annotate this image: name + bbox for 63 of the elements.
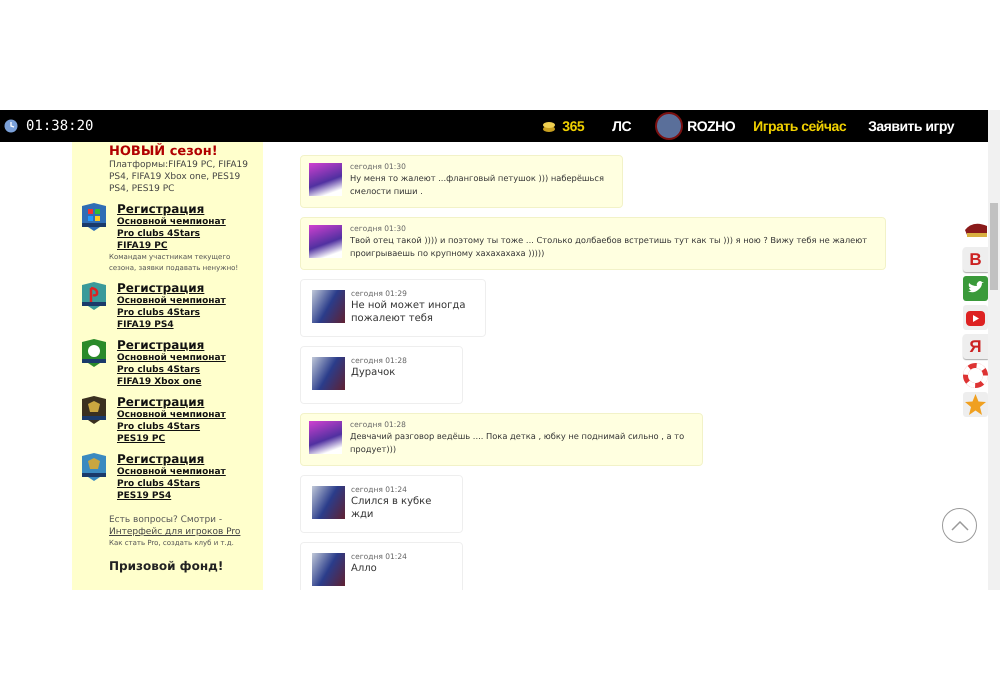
questions-text: Есть вопросы? Смотри - bbox=[109, 514, 224, 526]
coin-balance[interactable]: 365 bbox=[562, 118, 584, 134]
championship-link[interactable]: Основной чемпионат bbox=[117, 409, 226, 421]
photo-placeholder bbox=[312, 486, 345, 519]
scrollbar[interactable] bbox=[988, 110, 1000, 590]
championship-link[interactable]: Pro clubs 4Stars bbox=[117, 307, 226, 319]
photo-placeholder bbox=[309, 163, 342, 196]
championship-link[interactable]: PES19 PS4 bbox=[117, 490, 226, 502]
message-text: Девчачий разговор ведёшь .... Пока детка , юбку не поднимай сильно , а то продует))) bbox=[350, 430, 684, 456]
platform-badge-icon bbox=[80, 282, 108, 310]
scrollbar-thumb[interactable] bbox=[990, 203, 998, 290]
registration-link[interactable]: Регистрация bbox=[117, 282, 226, 295]
scroll-top-button[interactable] bbox=[942, 508, 977, 543]
message-text: Дурачок bbox=[351, 366, 396, 379]
championship-link[interactable]: FIFA19 Xbox one bbox=[117, 376, 226, 388]
photo-placeholder bbox=[312, 553, 345, 586]
star-icon[interactable] bbox=[963, 392, 988, 417]
championship-link[interactable]: Pro clubs 4Stars bbox=[117, 478, 226, 490]
championship-link[interactable]: Основной чемпионат bbox=[117, 352, 226, 364]
user-avatar[interactable] bbox=[655, 112, 684, 140]
message-text: Не ной может иногда пожалеют тебя bbox=[351, 299, 466, 325]
messages-link[interactable]: ЛС bbox=[612, 118, 632, 134]
registration-link[interactable]: Регистрация bbox=[117, 339, 226, 352]
championship-link[interactable]: Pro clubs 4Stars bbox=[117, 364, 226, 376]
platform-badge-icon bbox=[80, 203, 108, 231]
chevron-up-icon bbox=[950, 520, 968, 530]
platform-badge-icon bbox=[80, 339, 108, 367]
championship-link[interactable]: PES19 PC bbox=[117, 433, 226, 445]
social-link[interactable]: Я bbox=[963, 334, 988, 359]
message-text: Слился в кубке жди bbox=[351, 495, 432, 521]
photo-placeholder bbox=[312, 357, 345, 390]
platform-badge-icon bbox=[80, 396, 108, 424]
photo-placeholder bbox=[309, 421, 342, 454]
photo-placeholder bbox=[309, 225, 342, 258]
announce-game-link[interactable]: Заявить игру bbox=[868, 118, 954, 134]
social-link[interactable]: В bbox=[963, 247, 988, 272]
platforms-text: Платформы:FIFA19 PC, FIFA19 PS4, FIFA19 Xbox one, PES19 PS4, PES19 PC bbox=[109, 159, 249, 195]
pro-interface-link[interactable]: Интерфейс для игроков Pro bbox=[109, 526, 257, 538]
season-title: НОВЫЙ сезон! bbox=[109, 144, 219, 159]
clock-time: 01:38:20 bbox=[26, 118, 94, 134]
photo-placeholder bbox=[312, 290, 345, 323]
championship-link[interactable]: Основной чемпионат bbox=[117, 295, 226, 307]
championship-link[interactable]: FIFA19 PS4 bbox=[117, 319, 226, 331]
message-text: Ну меня то жалеют ...фланговый петушок ))) наберёшься смелости пиши . bbox=[350, 172, 604, 198]
message-text: Твой отец такой )))) и поэтому ты тоже ... Столько долбаебов встретишь тут как ты ))) я ною ? Вижу тебя не жалеют проигрываешь по крупному хахахахаха ))))) bbox=[350, 234, 868, 260]
username-link[interactable]: ROZHO bbox=[687, 118, 736, 134]
platform-badge-icon bbox=[80, 453, 108, 481]
championship-link[interactable]: Pro clubs 4Stars bbox=[117, 421, 226, 433]
bird-icon[interactable] bbox=[963, 276, 988, 301]
prize-title: Призовой фонд! bbox=[109, 559, 224, 573]
registration-link[interactable]: Регистрация bbox=[117, 396, 226, 409]
lifebuoy-icon[interactable] bbox=[963, 363, 988, 388]
play-now-link[interactable]: Играть сейчас bbox=[753, 118, 846, 134]
coins-icon bbox=[542, 119, 556, 133]
message-text: Алло bbox=[351, 562, 378, 575]
championship-link[interactable]: Основной чемпионат bbox=[117, 466, 226, 478]
registration-link[interactable]: Регистрация bbox=[117, 203, 226, 216]
video-icon[interactable] bbox=[963, 305, 988, 330]
championship-link[interactable]: Основной чемпионат bbox=[117, 216, 226, 228]
registration-link[interactable]: Регистрация bbox=[117, 453, 226, 466]
championship-link[interactable]: FIFA19 PC bbox=[117, 240, 226, 252]
clock-icon bbox=[4, 119, 18, 133]
championship-link[interactable]: Pro clubs 4Stars bbox=[117, 228, 226, 240]
